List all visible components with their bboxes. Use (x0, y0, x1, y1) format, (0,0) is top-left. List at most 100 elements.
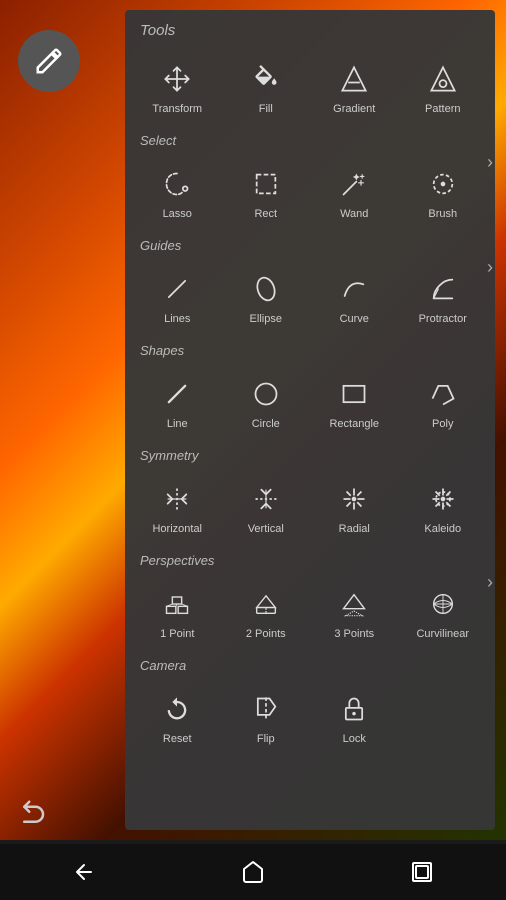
persp-2-icon (248, 586, 284, 622)
tool-3points[interactable]: 3 Points (310, 576, 399, 648)
tool-curvilinear[interactable]: Curvilinear (399, 576, 488, 648)
circle-icon (248, 376, 284, 412)
lasso-label: Lasso (163, 208, 192, 220)
tool-line[interactable]: Line (133, 366, 222, 438)
tool-2points[interactable]: 2 Points (222, 576, 311, 648)
select-section-label: Select (125, 127, 495, 152)
tool-protractor[interactable]: Protractor (399, 261, 488, 333)
rect-select-icon (248, 166, 284, 202)
3points-label: 3 Points (334, 628, 374, 640)
tool-kaleido[interactable]: Kaleido (399, 471, 488, 543)
sym-kaleido-icon (425, 481, 461, 517)
guides-grid: Lines Ellipse Curve Protractor › (125, 257, 495, 337)
tool-horizontal[interactable]: Horizontal (133, 471, 222, 543)
brush-select-label: Brush (428, 208, 457, 220)
sym-radial-icon (336, 481, 372, 517)
tool-gradient[interactable]: Gradient (310, 51, 399, 123)
lasso-icon (159, 166, 195, 202)
symmetry-section-label: Symmetry (125, 442, 495, 467)
shapes-section-label: Shapes (125, 337, 495, 362)
move-icon (159, 61, 195, 97)
tool-curve[interactable]: Curve (310, 261, 399, 333)
radial-label: Radial (339, 523, 370, 535)
2points-label: 2 Points (246, 628, 286, 640)
flip-label: Flip (257, 733, 275, 745)
tool-rect[interactable]: Rect (222, 156, 311, 228)
protractor-label: Protractor (419, 313, 467, 325)
tool-radial[interactable]: Radial (310, 471, 399, 543)
transform-label: Transform (152, 103, 202, 115)
ellipse-guide-icon (248, 271, 284, 307)
tool-wand[interactable]: Wand (310, 156, 399, 228)
wand-label: Wand (340, 208, 368, 220)
home-button[interactable] (241, 860, 265, 884)
1point-label: 1 Point (160, 628, 194, 640)
tool-pattern[interactable]: Pattern (399, 51, 488, 123)
tool-ellipse[interactable]: Ellipse (222, 261, 311, 333)
undo-button[interactable] (18, 798, 48, 835)
gradient-icon (336, 61, 372, 97)
brush-select-icon (425, 166, 461, 202)
camera-section-label: Camera (125, 652, 495, 677)
brush-button[interactable] (18, 30, 80, 92)
tool-reset[interactable]: Reset (133, 681, 222, 753)
back-button[interactable] (72, 860, 96, 884)
pattern-label: Pattern (425, 103, 460, 115)
fill-label: Fill (259, 103, 273, 115)
camera-grid: Reset Flip Lock (125, 677, 495, 757)
line-icon (159, 376, 195, 412)
sym-vertical-icon (248, 481, 284, 517)
curvilinear-label: Curvilinear (416, 628, 469, 640)
circle-label: Circle (252, 418, 280, 430)
horizontal-label: Horizontal (152, 523, 202, 535)
perspectives-grid: 1 Point 2 Points (125, 572, 495, 652)
persp-curv-icon (425, 586, 461, 622)
fill-icon (248, 61, 284, 97)
poly-label: Poly (432, 418, 453, 430)
guides-section-label: Guides (125, 232, 495, 257)
wand-icon (336, 166, 372, 202)
tool-rectangle[interactable]: Rectangle (310, 366, 399, 438)
ellipse-label: Ellipse (250, 313, 282, 325)
tool-flip[interactable]: Flip (222, 681, 311, 753)
rect-label: Rect (254, 208, 277, 220)
perspectives-chevron: › (487, 572, 493, 593)
tool-brush-select[interactable]: Brush (399, 156, 488, 228)
tool-transform[interactable]: Transform (133, 51, 222, 123)
sym-horizontal-icon (159, 481, 195, 517)
recents-button[interactable] (410, 860, 434, 884)
protractor-icon (425, 271, 461, 307)
line-label: Line (167, 418, 188, 430)
select-chevron: › (487, 152, 493, 173)
vertical-label: Vertical (248, 523, 284, 535)
tool-1point[interactable]: 1 Point (133, 576, 222, 648)
top-tools-grid: Transform Fill Gradient (125, 47, 495, 127)
select-grid: Lasso Rect Wand (125, 152, 495, 232)
guides-chevron: › (487, 257, 493, 278)
tool-circle[interactable]: Circle (222, 366, 311, 438)
poly-icon (425, 376, 461, 412)
pattern-icon (425, 61, 461, 97)
gradient-label: Gradient (333, 103, 375, 115)
cam-lock-icon (336, 691, 372, 727)
curve-icon (336, 271, 372, 307)
curve-label: Curve (340, 313, 369, 325)
tool-vertical[interactable]: Vertical (222, 471, 311, 543)
tools-panel: Tools Transform Fill Gradient (125, 10, 495, 830)
rectangle-icon (336, 376, 372, 412)
tool-lines[interactable]: Lines (133, 261, 222, 333)
panel-title: Tools (125, 10, 495, 47)
rectangle-label: Rectangle (329, 418, 379, 430)
lines-icon (159, 271, 195, 307)
tool-fill[interactable]: Fill (222, 51, 311, 123)
symmetry-grid: Horizontal Vertical (125, 467, 495, 547)
persp-1-icon (159, 586, 195, 622)
cam-reset-icon (159, 691, 195, 727)
tool-lasso[interactable]: Lasso (133, 156, 222, 228)
tool-lock[interactable]: Lock (310, 681, 399, 753)
tool-poly[interactable]: Poly (399, 366, 488, 438)
shapes-grid: Line Circle Rectangle Poly (125, 362, 495, 442)
android-nav-bar (0, 844, 506, 900)
persp-3-icon (336, 586, 372, 622)
cam-flip-icon (248, 691, 284, 727)
